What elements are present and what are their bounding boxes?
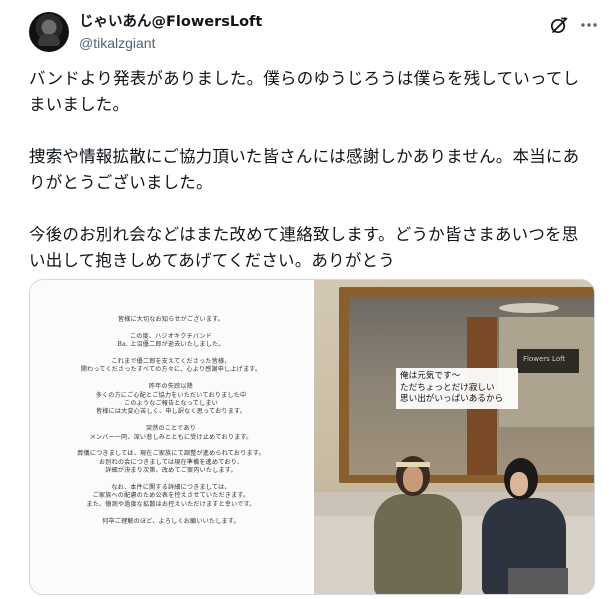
author-handle[interactable]: @tikalzgiant: [79, 34, 262, 53]
band-photo[interactable]: Flowers Loft 俺は元気です〜 ただちょっとだけ寂しい 思い出がいっぱ…: [314, 280, 594, 594]
notice-line: ご家族への配慮のため公表を控えさせていただきます。: [92, 492, 250, 500]
notice-image[interactable]: 皆様に大切なお知らせがございます。 この度、ハジオキクチバンド Ba. 上沼優二郎が…: [30, 280, 312, 594]
notice-line: [30, 350, 312, 358]
tweet-media[interactable]: 皆様に大切なお知らせがございます。 この度、ハジオキクチバンド Ba. 上沼優二郎が…: [29, 279, 595, 595]
grok-icon[interactable]: [549, 15, 569, 35]
photo-caption: 俺は元気です〜 ただちょっとだけ寂しい 思い出がいっぱいあるから: [396, 368, 518, 409]
chalkboard-text: Flowers Loft: [523, 355, 566, 363]
notice-line: 皆様に大切なお知らせがございます。: [117, 316, 225, 323]
notice-line: また、憶測や過度な拡散はお控えいただけますと幸いです。: [86, 500, 256, 508]
person-right: [478, 458, 570, 594]
notice-line: 昨年の失踪以降: [148, 383, 194, 391]
tweet-text-line: バンドより発表がありました。僕らのゆうじろうは僕らを残していってし: [29, 69, 580, 88]
notice-line: 皆様には大変心苦しく、申し訳なく思っております。: [96, 408, 246, 416]
more-icon[interactable]: [579, 15, 599, 35]
author-info[interactable]: じゃいあん@FlowersLoft @tikalzgiant: [79, 13, 262, 53]
tweet-text-line: まいました。: [29, 95, 130, 114]
notice-line: [30, 509, 312, 517]
notice-line: メンバー一同、深い悲しみとともに受け止めております。: [89, 433, 253, 441]
ceiling-lamp: [499, 303, 559, 313]
notice-line: お別れの会につきましては現在準備を進めており、: [98, 458, 244, 466]
notice-line: 詳細が決まり次第、改めてご案内いたします。: [105, 467, 237, 475]
notice-line: [30, 375, 312, 383]
tweet-text-line: 今後のお別れ会などはまた改めて連絡致します。どうか皆さまあいつを思: [29, 225, 579, 244]
tweet-text-line: りがとうございました。: [29, 173, 213, 192]
avatar[interactable]: [29, 12, 69, 52]
notice-text: 皆様に大切なお知らせがございます。 この度、ハジオキクチバンド Ba. 上沼優二郎が…: [30, 316, 312, 526]
photo-caption-line: 俺は元気です〜: [400, 371, 461, 381]
notice-line: Ba. 上沼優二郎が逝去いたしました。: [117, 341, 225, 349]
notice-line: この度、ハジオキクチバンド: [129, 332, 213, 340]
author-display-name[interactable]: じゃいあん@FlowersLoft: [79, 13, 262, 32]
notice-line: [30, 476, 312, 484]
notice-line: 葬儀につきましては、現在ご家族にて調整が進められております。: [77, 450, 265, 458]
tweet-header: じゃいあん@FlowersLoft @tikalzgiant: [29, 12, 599, 54]
photo-caption-line: 思い出がいっぱいあるから: [400, 394, 504, 404]
notice-line: 突然のことであり: [145, 425, 197, 433]
notice-line: [30, 417, 312, 425]
notice-line: 何卒ご理解のほど、よろしくお願いいたします。: [102, 517, 240, 525]
tweet-text-line: い出して抱きしめてあげてください。ありがとう: [29, 251, 395, 270]
notice-line: 多くの方にご心配とご協力をいただいておりました中: [95, 391, 247, 399]
notice-line: 関わってくださったすべての方々に、心より感謝申し上げます。: [80, 366, 262, 374]
person-left: [372, 456, 464, 594]
chalkboard-sign: Flowers Loft: [517, 349, 579, 373]
notice-line: [30, 324, 312, 332]
photo-caption-line: ただちょっとだけ寂しい: [400, 382, 495, 393]
tweet-text-line: 捜索や情報拡散にご協力頂いた皆さんには感謝しかありません。本当にあ: [29, 147, 580, 166]
tweet-text: バンドより発表がありました。僕らのゆうじろうは僕らを残していってし まいました。…: [29, 66, 595, 274]
